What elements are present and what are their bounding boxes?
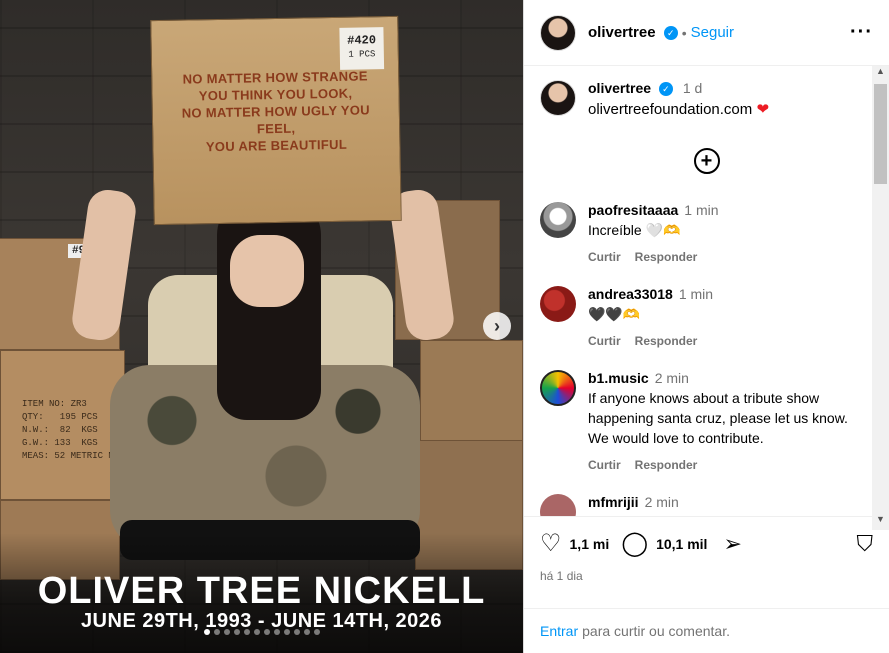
carousel-dot xyxy=(253,629,260,635)
hair xyxy=(217,195,321,420)
heart-icon[interactable]: ♡ xyxy=(540,532,562,556)
comment-item: andrea33018 1 min 🖤🖤🫶 Curtir Responder xyxy=(540,286,873,348)
chevron-right-icon: › xyxy=(494,315,500,336)
box-tag-qty: 1 PCS xyxy=(348,49,376,60)
carousel-dot xyxy=(243,629,250,635)
avatar[interactable] xyxy=(540,202,576,239)
reply-button[interactable]: Responder xyxy=(635,458,698,472)
avatar[interactable] xyxy=(540,80,576,116)
comment-icon[interactable]: ◯ xyxy=(621,532,648,556)
box-message-line: NO MATTER HOW UGLY YOU FEEL, xyxy=(181,102,371,137)
like-comment-button[interactable]: Curtir xyxy=(588,458,621,472)
comment-time: 1 min xyxy=(678,286,714,303)
comment-username[interactable]: paofresitaaaa xyxy=(588,202,678,218)
box-tag-number: #420 xyxy=(347,33,377,48)
like-comment-button[interactable]: Curtir xyxy=(588,334,621,348)
reply-button[interactable]: Responder xyxy=(635,334,698,348)
carousel-dot xyxy=(213,629,220,635)
memorial-title: OLIVER TREE NICKELL xyxy=(37,570,486,612)
comments-section[interactable]: olivertree ✓ 1 d olivertreefoundation.co… xyxy=(524,66,889,516)
post-header: olivertree ✓ • Seguir ··· xyxy=(524,0,889,66)
login-prompt: Entrar para curtir ou comentar. xyxy=(524,608,889,653)
caption-time[interactable]: 1 d xyxy=(683,80,702,96)
likes-count[interactable]: 1,1 mi xyxy=(570,536,610,552)
left-arm xyxy=(69,187,139,343)
comment-username[interactable]: andrea33018 xyxy=(588,286,673,302)
post-side-panel: olivertree ✓ • Seguir ··· olivertree ✓ 1… xyxy=(523,0,889,653)
more-options-icon[interactable]: ··· xyxy=(850,21,873,44)
comment-username[interactable]: mfmrijii xyxy=(588,494,639,510)
avatar[interactable] xyxy=(540,370,576,407)
avatar[interactable] xyxy=(540,494,576,516)
header-username[interactable]: olivertree ✓ xyxy=(588,24,678,41)
face xyxy=(230,235,304,307)
carousel-dot xyxy=(313,629,320,635)
like-comment-button[interactable]: Curtir xyxy=(588,250,621,264)
box-message: NO MATTER HOW STRANGE YOU THINK YOU LOOK… xyxy=(160,67,391,156)
post-caption: olivertree ✓ 1 d olivertreefoundation.co… xyxy=(540,80,873,120)
carousel-indicator xyxy=(0,629,523,635)
share-icon[interactable]: ➢ xyxy=(723,531,741,557)
header-username-text[interactable]: olivertree xyxy=(588,24,656,41)
comment-text: 🖤🖤🫶 xyxy=(588,306,641,323)
bookmark-icon[interactable]: ⛉ xyxy=(856,531,873,557)
comments-count[interactable]: 10,1 mil xyxy=(656,536,707,552)
comment-time: 1 min xyxy=(684,202,719,219)
avatar[interactable] xyxy=(540,14,576,51)
box-tag: #420 1 PCS xyxy=(339,27,385,70)
verified-icon: ✓ xyxy=(663,26,678,41)
carousel-dot xyxy=(233,629,240,635)
comment-item: paofresitaaaa 1 min Increíble 🤍🫶 Curtir Re… xyxy=(540,202,873,264)
box-message-line: YOU ARE BEAUTIFUL xyxy=(205,136,348,155)
scroll-down-icon[interactable]: ▼ xyxy=(872,514,889,530)
carousel-dot xyxy=(283,629,290,635)
held-cardboard-box: #420 1 PCS NO MATTER HOW STRANGE YOU THI… xyxy=(150,15,402,226)
carousel-dot xyxy=(263,629,270,635)
login-link[interactable]: Entrar xyxy=(540,623,578,639)
load-more-comments-button[interactable]: + xyxy=(693,148,720,175)
post-image[interactable]: #93 ITEM NO: ZR3 QTY: 195 PCS N.W.: 82 K… xyxy=(0,0,523,653)
login-text: para curtir ou comentar. xyxy=(582,623,730,639)
next-image-button[interactable]: › xyxy=(483,312,511,340)
post-age: há 1 dia xyxy=(540,569,583,583)
carousel-dot xyxy=(203,629,210,635)
scroll-up-icon[interactable]: ▲ xyxy=(872,66,889,82)
carousel-dot xyxy=(223,629,230,635)
reply-button[interactable]: Responder xyxy=(635,250,698,264)
avatar[interactable] xyxy=(540,286,576,323)
carousel-dot xyxy=(293,629,300,635)
comment-item: b1.music 2 min If anyone knows about a tr… xyxy=(540,370,873,472)
comment-username[interactable]: b1.music xyxy=(588,370,649,386)
caption-text: olivertreefoundation.com ❤ xyxy=(588,100,769,120)
scrollbar-thumb[interactable] xyxy=(874,84,887,184)
comment-text: Increíble 🤍🫶 xyxy=(588,222,681,239)
verified-icon: ✓ xyxy=(658,82,673,97)
caption-link[interactable]: olivertreefoundation.com xyxy=(588,101,752,118)
heart-icon: ❤ xyxy=(756,101,770,119)
action-bar: ♡ 1,1 mi ◯ 10,1 mil ➢ ⛉ há 1 dia xyxy=(524,516,889,608)
follow-button[interactable]: Seguir xyxy=(691,24,734,41)
separator: • xyxy=(681,24,687,41)
comment-item: mfmrijii 2 min xyxy=(540,494,873,516)
comment-text: If anyone knows about a tribute show hap… xyxy=(588,390,848,447)
carousel-dot xyxy=(303,629,310,635)
comment-time: 2 min xyxy=(644,494,679,511)
caption-username[interactable]: olivertree xyxy=(588,80,651,96)
comment-time: 2 min xyxy=(654,370,689,387)
carousel-dot xyxy=(273,629,280,635)
